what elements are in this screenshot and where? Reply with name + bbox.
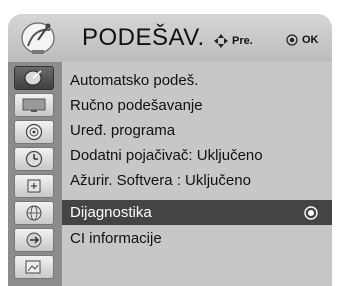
ok-hint: OK [286, 34, 319, 46]
menu-item-label: Uređ. programa [70, 122, 176, 139]
nav-hint: Pre. [214, 34, 253, 48]
sidebar-item-setup[interactable] [14, 66, 54, 90]
tv-screen-icon [22, 98, 46, 112]
ok-hint-label: OK [302, 34, 319, 46]
menu-item-ci-information[interactable]: CI informacije [62, 226, 332, 251]
menu-item-software-update[interactable]: Ažurir. Softvera : Uključeno [62, 168, 332, 193]
page-title: PODEŠAV. [82, 24, 205, 51]
lock-icon [27, 179, 41, 193]
globe-icon [26, 205, 42, 221]
speaker-icon [25, 123, 43, 141]
menu-item-booster[interactable]: Dodatni pojačivač: Uključeno [62, 143, 332, 168]
menu-item-diagnostics[interactable]: Dijagnostika [62, 200, 332, 225]
sidebar-item-input[interactable] [14, 228, 54, 252]
nav-hint-label: Pre. [232, 35, 253, 47]
settings-window: PODEŠAV. Pre. OK Automatsko podeš. Ručno… [0, 0, 341, 286]
menu-item-label: Ažurir. Softvera : Uključeno [70, 172, 251, 189]
menu-list: Automatsko podeš. Ručno podešavanje Uređ… [62, 62, 332, 286]
menu-item-label: Automatsko podeš. [70, 72, 199, 89]
input-icon [26, 232, 42, 248]
menu-item-label: Ručno podešavanje [70, 97, 203, 114]
sidebar-item-usb[interactable] [14, 255, 54, 279]
menu-item-auto-tuning[interactable]: Automatsko podeš. [62, 68, 332, 93]
usb-photo-icon [25, 260, 41, 274]
sidebar-item-lock[interactable] [14, 174, 54, 198]
menu-item-label: Dodatni pojačivač: Uključeno [70, 147, 263, 164]
sidebar-item-option[interactable] [14, 201, 54, 225]
menu-header: PODEŠAV. Pre. OK [8, 14, 332, 62]
clock-icon [25, 150, 43, 168]
menu-item-programme-edit[interactable]: Uređ. programa [62, 118, 332, 143]
menu-item-label: CI informacije [70, 230, 162, 247]
sidebar [8, 62, 62, 286]
sidebar-item-picture[interactable] [14, 93, 54, 117]
sidebar-item-time[interactable] [14, 147, 54, 171]
ok-button-icon [304, 206, 318, 220]
navigation-arrows-icon [214, 34, 228, 48]
sidebar-item-audio[interactable] [14, 120, 54, 144]
menu-item-manual-tuning[interactable]: Ručno podešavanje [62, 93, 332, 118]
menu-item-label: Dijagnostika [70, 204, 152, 221]
satellite-dish-icon [21, 22, 55, 54]
satellite-icon [24, 70, 42, 86]
ok-button-icon [286, 34, 298, 46]
